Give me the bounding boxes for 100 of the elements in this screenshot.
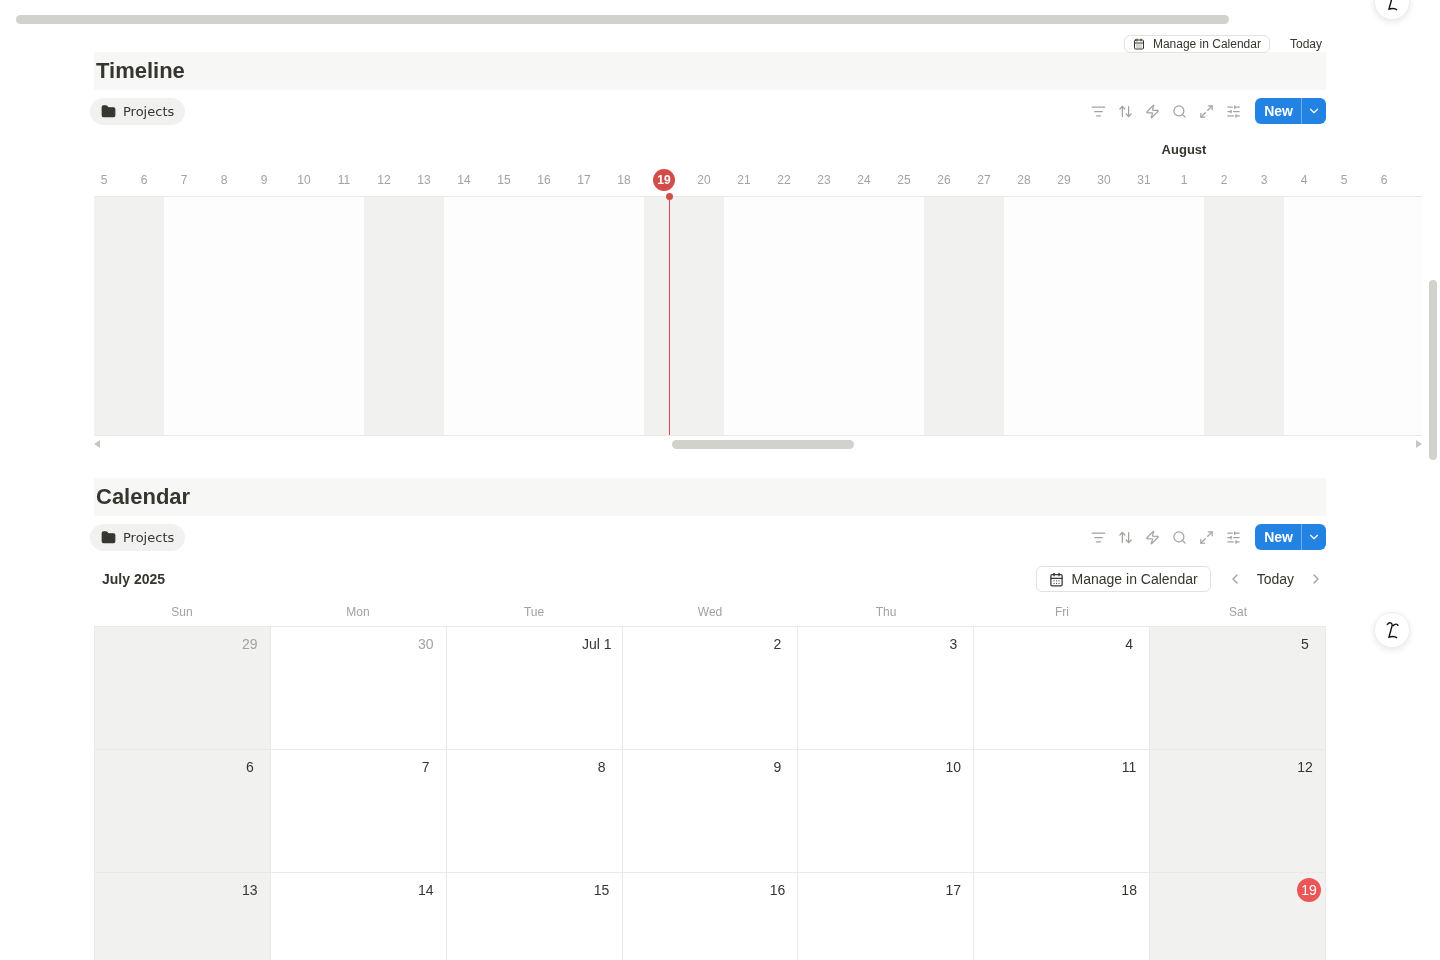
calendar-day-cell[interactable]: Jul 1 bbox=[446, 627, 623, 750]
filter-icon bbox=[1091, 529, 1107, 545]
day-label[interactable]: 7 bbox=[173, 169, 195, 191]
weekday-label: Mon bbox=[345, 605, 371, 619]
day-label[interactable]: 25 bbox=[893, 169, 915, 191]
source-tab[interactable]: Projects bbox=[90, 523, 186, 551]
manage-in-calendar-button[interactable]: Manage in Calendar bbox=[1035, 566, 1211, 592]
day-number: 9 bbox=[772, 758, 783, 777]
day-label[interactable]: 20 bbox=[693, 169, 715, 191]
day-label[interactable]: 23 bbox=[813, 169, 835, 191]
day-label[interactable]: 19 bbox=[653, 169, 675, 191]
filter-icon bbox=[1091, 103, 1107, 119]
calendar-icon bbox=[1132, 38, 1145, 50]
day-label[interactable]: 17 bbox=[573, 169, 595, 191]
calendar-day-cell[interactable]: 12 bbox=[1150, 750, 1326, 873]
calendar-day-cell[interactable]: 9 bbox=[622, 750, 799, 873]
day-label[interactable]: 1 bbox=[1173, 169, 1195, 191]
day-label[interactable]: 6 bbox=[133, 169, 155, 191]
expand-icon bbox=[1199, 103, 1215, 119]
day-label[interactable]: 5 bbox=[1333, 169, 1355, 191]
day-label[interactable]: 2 bbox=[1213, 169, 1235, 191]
today-button[interactable]: Today bbox=[1285, 35, 1326, 53]
scroll-right-icon[interactable] bbox=[1416, 440, 1422, 448]
scrollbar-thumb[interactable] bbox=[1429, 280, 1437, 460]
weekday-label: Tue bbox=[522, 605, 546, 619]
calendar-day-cell[interactable]: 29 bbox=[95, 627, 271, 750]
day-label[interactable]: 18 bbox=[613, 169, 635, 191]
calendar-day-cell[interactable]: 4 bbox=[974, 627, 1151, 750]
sliders-icon bbox=[1226, 103, 1242, 119]
lightning-icon bbox=[1145, 529, 1161, 545]
today-button[interactable]: Today bbox=[1252, 569, 1298, 589]
weekday-label: Wed bbox=[696, 605, 724, 619]
calendar-day-cell[interactable]: 6 bbox=[95, 750, 271, 873]
calendar-day-cell[interactable]: 5 bbox=[1150, 627, 1326, 750]
day-label[interactable]: 6 bbox=[1373, 169, 1395, 191]
day-label[interactable]: 9 bbox=[253, 169, 275, 191]
day-label[interactable]: 31 bbox=[1133, 169, 1155, 191]
calendar-day-cell[interactable]: 13 bbox=[95, 873, 271, 960]
day-label[interactable]: 3 bbox=[1253, 169, 1275, 191]
month-label: August bbox=[1161, 142, 1207, 159]
day-label[interactable]: 24 bbox=[853, 169, 875, 191]
day-number: 17 bbox=[944, 881, 963, 900]
day-label[interactable]: 14 bbox=[453, 169, 475, 191]
day-number: 14 bbox=[416, 881, 435, 900]
day-number: 18 bbox=[1120, 881, 1138, 900]
calendar-day-cell[interactable]: 8 bbox=[446, 750, 623, 873]
day-number: 5 bbox=[1300, 635, 1310, 654]
calendar-day-cell[interactable]: 11 bbox=[974, 750, 1151, 873]
sliders-icon bbox=[1226, 529, 1242, 545]
day-number: 13 bbox=[241, 881, 259, 900]
day-number: 19 bbox=[1297, 878, 1321, 902]
day-number: 4 bbox=[1124, 635, 1135, 654]
day-label[interactable]: 30 bbox=[1093, 169, 1115, 191]
expand-icon bbox=[1199, 529, 1215, 545]
day-label[interactable]: 10 bbox=[293, 169, 315, 191]
calendar-day-cell[interactable]: 2 bbox=[622, 627, 799, 750]
day-label[interactable]: 26 bbox=[933, 169, 955, 191]
day-number: 11 bbox=[1120, 758, 1138, 777]
calendar-day-cell[interactable]: 10 bbox=[798, 750, 975, 873]
day-number: 7 bbox=[420, 758, 431, 777]
day-label[interactable]: 4 bbox=[1293, 169, 1315, 191]
new-button[interactable]: New bbox=[1255, 524, 1301, 550]
manage-in-calendar-button[interactable]: Manage in Calendar bbox=[1123, 35, 1270, 53]
sort-icon bbox=[1118, 103, 1134, 119]
day-label[interactable]: 15 bbox=[493, 169, 515, 191]
day-label[interactable]: 28 bbox=[1013, 169, 1035, 191]
day-label[interactable]: 8 bbox=[213, 169, 235, 191]
day-label[interactable]: 12 bbox=[373, 169, 395, 191]
weekday-label: Thu bbox=[874, 605, 898, 619]
day-label[interactable]: 21 bbox=[733, 169, 755, 191]
scroll-left-icon[interactable] bbox=[94, 440, 100, 448]
day-label[interactable]: 13 bbox=[413, 169, 435, 191]
folder-icon bbox=[101, 529, 116, 545]
day-number: 29 bbox=[241, 635, 259, 654]
day-number: 16 bbox=[768, 881, 787, 900]
day-number: 3 bbox=[948, 635, 959, 654]
weekday-label: Fri bbox=[1054, 605, 1070, 619]
day-label[interactable]: 27 bbox=[973, 169, 995, 191]
day-label[interactable]: 29 bbox=[1053, 169, 1075, 191]
weekday-label: Sat bbox=[1228, 605, 1248, 619]
floating-assistant-button[interactable] bbox=[1374, 612, 1410, 648]
source-tab[interactable]: Projects bbox=[90, 97, 186, 125]
calendar-day-cell[interactable]: 30 bbox=[270, 627, 447, 750]
scrollbar-thumb[interactable] bbox=[16, 15, 1229, 24]
calendar-day-cell[interactable]: 19 bbox=[1150, 873, 1326, 960]
day-label[interactable]: 16 bbox=[533, 169, 555, 191]
day-number: 12 bbox=[1296, 758, 1314, 777]
day-label[interactable]: 5 bbox=[94, 169, 115, 191]
script-glyph-icon bbox=[1384, 620, 1400, 640]
folder-icon bbox=[101, 103, 116, 119]
day-label[interactable]: 22 bbox=[773, 169, 795, 191]
day-number: Jul 1 bbox=[581, 635, 613, 654]
search-icon bbox=[1172, 103, 1188, 119]
scrollbar-thumb[interactable] bbox=[672, 439, 854, 449]
new-button[interactable]: New bbox=[1255, 98, 1301, 124]
calendar-icon bbox=[1048, 571, 1064, 587]
calendar-day-cell[interactable]: 3 bbox=[798, 627, 975, 750]
day-label[interactable]: 11 bbox=[333, 169, 355, 191]
day-number: 8 bbox=[596, 758, 607, 777]
calendar-day-cell[interactable]: 7 bbox=[270, 750, 447, 873]
